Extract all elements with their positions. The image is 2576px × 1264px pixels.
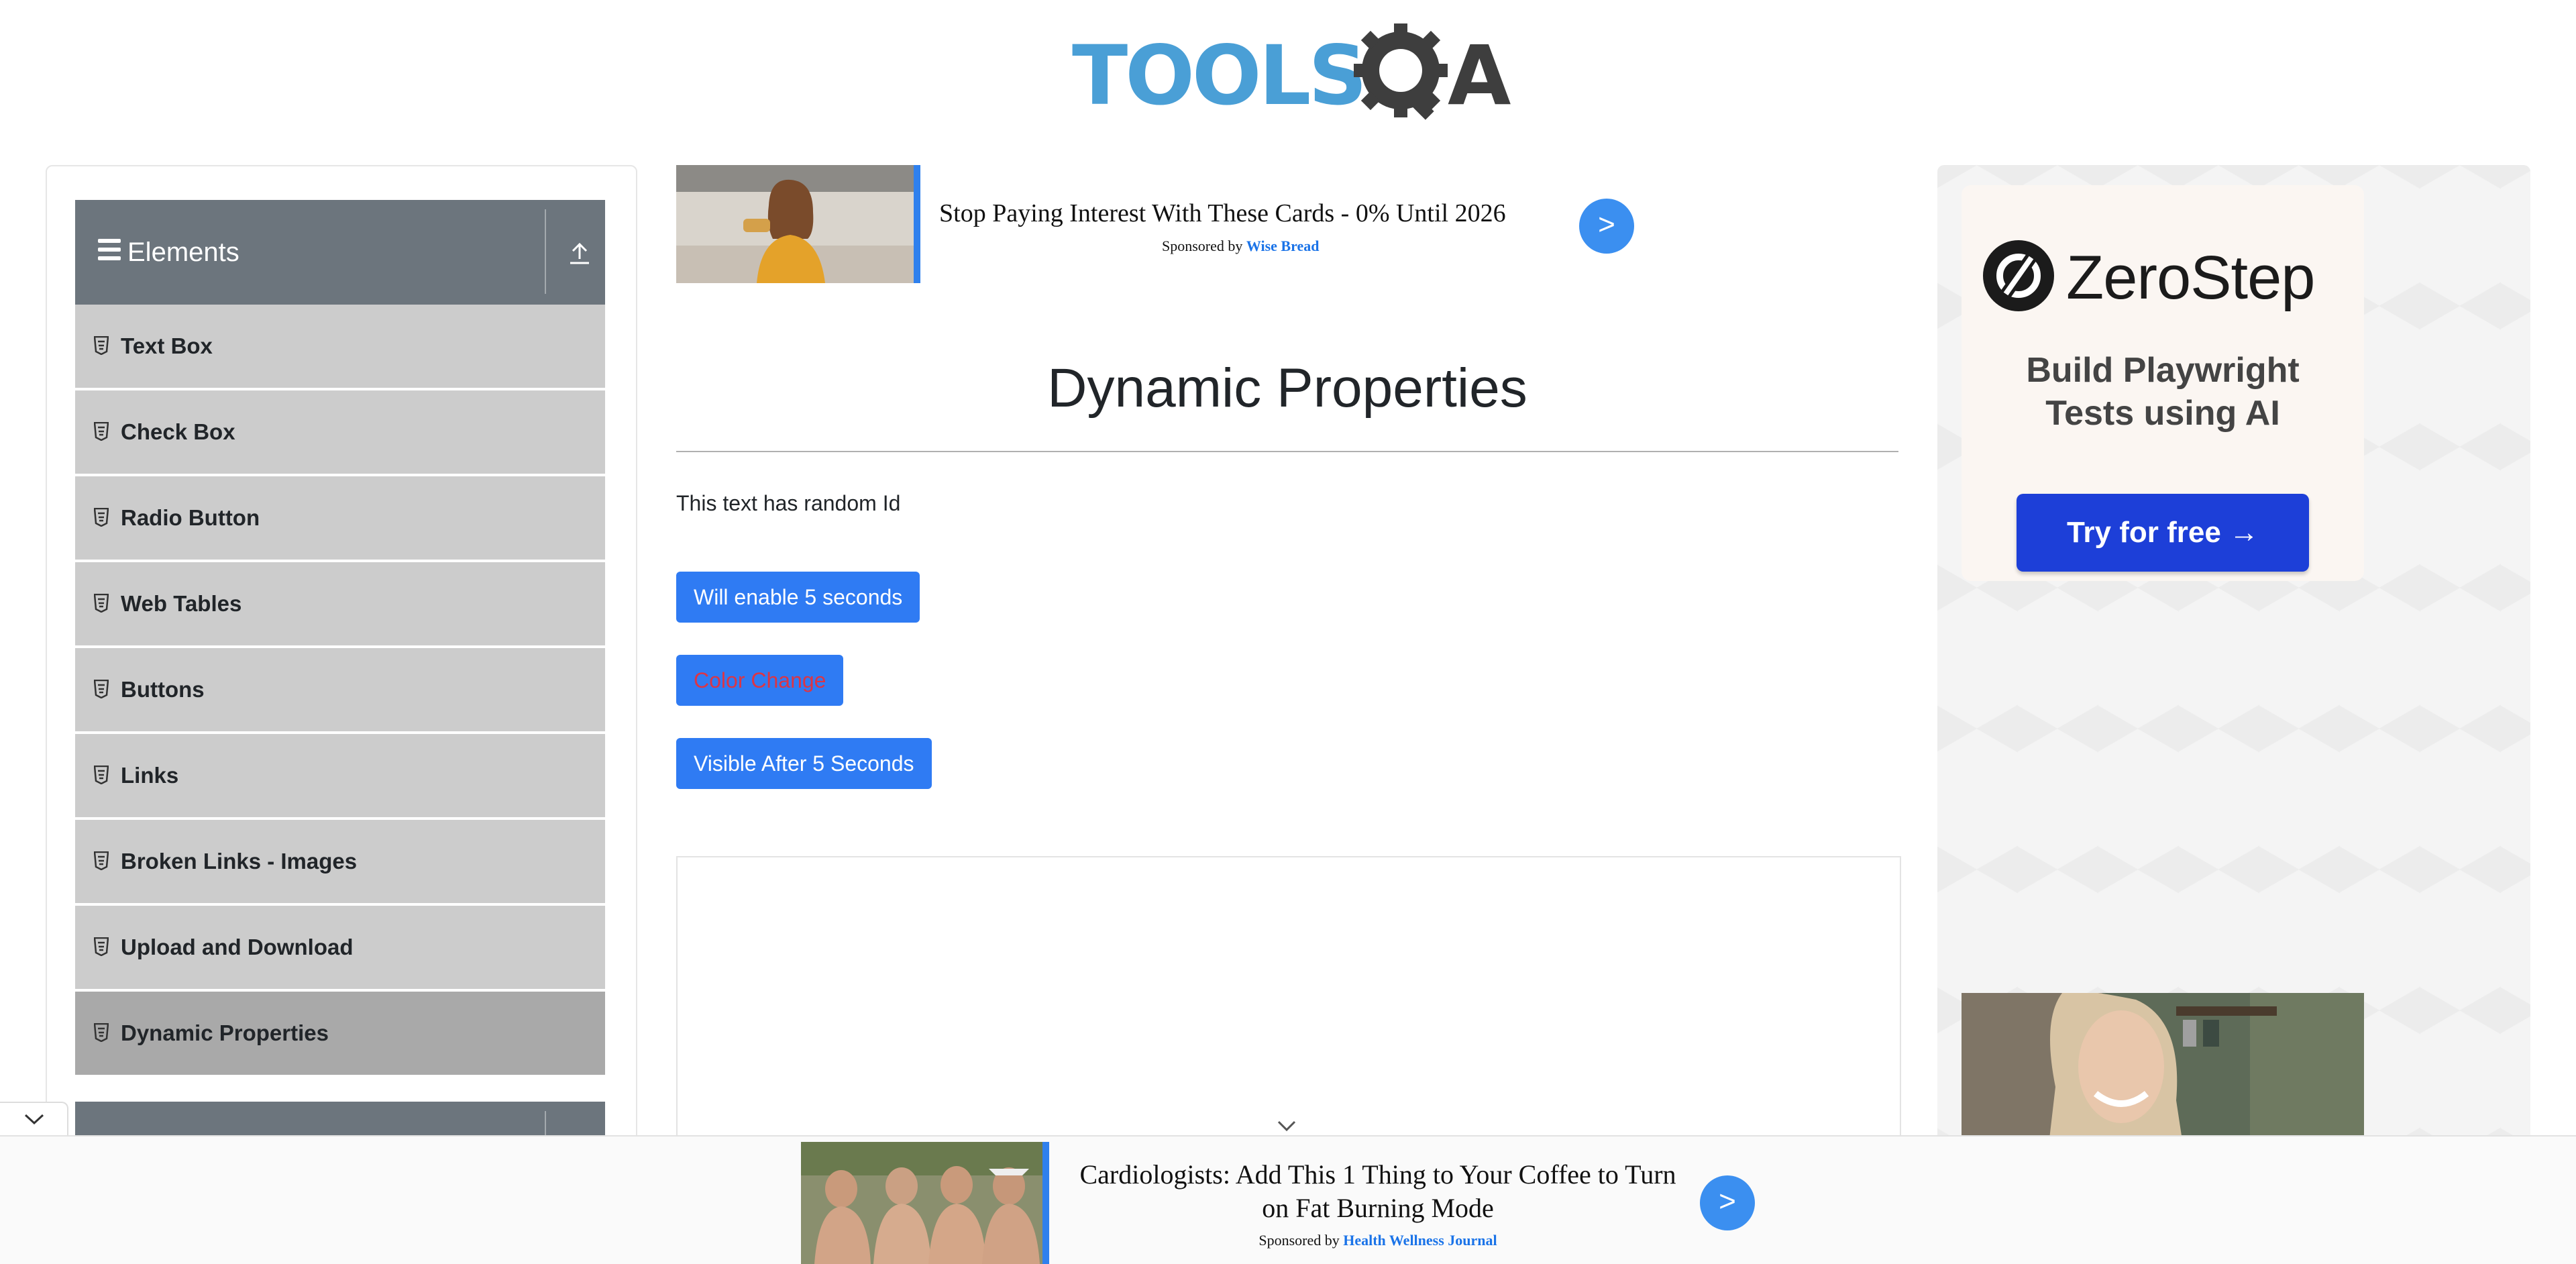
right-sponsored-ad[interactable]: ZeroStep Build Playwright Tests using AI…	[1937, 165, 2530, 1145]
enable-after-button[interactable]: Will enable 5 seconds	[676, 572, 920, 623]
html5-icon	[94, 508, 109, 527]
ad-next-button[interactable]: >	[1579, 199, 1634, 254]
woman-photo-image	[676, 165, 914, 283]
visible-after-button[interactable]: Visible After 5 Seconds	[676, 738, 932, 789]
sponsor-name-link[interactable]: Health Wellness Journal	[1343, 1232, 1497, 1249]
sidebar-item-label: Links	[121, 763, 179, 788]
zerostep-brand: ZeroStep	[2066, 244, 2315, 312]
chevron-down-icon	[24, 1114, 44, 1125]
smiling-woman-photo	[1962, 993, 2364, 1145]
sidebar-item-label: Dynamic Properties	[121, 1020, 329, 1045]
title-divider	[676, 451, 1898, 452]
sidebar-item-label: Broken Links - Images	[121, 849, 358, 874]
zerostep-logo-icon	[1983, 240, 2054, 311]
sidebar-collapse-toggle[interactable]	[0, 1102, 68, 1139]
sidebar-item-broken-links-images[interactable]: Broken Links - Images	[75, 820, 605, 906]
html5-icon	[94, 1023, 109, 1042]
chevron-down-icon[interactable]	[1276, 1119, 1297, 1134]
sidebar-item-dynamic-properties[interactable]: Dynamic Properties	[75, 992, 605, 1077]
sidebar-item-label: Upload and Download	[121, 935, 354, 959]
ad-next-button[interactable]: >	[1700, 1175, 1755, 1230]
group-title: Elements	[127, 238, 239, 267]
sidebar-item-label: Web Tables	[121, 591, 242, 616]
sponsor-prefix: Sponsored by	[1258, 1232, 1340, 1249]
random-id-text: This text has random Id	[676, 491, 901, 515]
logo-wordmark: TOOLS	[1072, 25, 1367, 126]
men-photo-image	[801, 1142, 1042, 1264]
zerostep-tagline: Build Playwright Tests using AI	[1962, 349, 2364, 435]
top-sponsored-ad[interactable]: Stop Paying Interest With These Cards - …	[676, 165, 1635, 283]
bottom-sponsored-ad[interactable]: Cardiologists: Add This 1 Thing to Your …	[801, 1142, 1774, 1264]
ad-sponsor: Sponsored by Health Wellness Journal	[1069, 1232, 1686, 1249]
sidebar-item-buttons[interactable]: Buttons	[75, 648, 605, 734]
sidebar-item-links[interactable]: Links	[75, 734, 605, 820]
smiling-woman-image	[1962, 993, 2364, 1145]
color-change-button[interactable]: Color Change	[676, 655, 844, 706]
sidebar-item-label: Radio Button	[121, 505, 260, 530]
logo-a-text: A	[1448, 28, 1511, 123]
header-divider	[545, 209, 546, 294]
logo-tools-text: TOOLS	[1072, 28, 1367, 123]
sidebar-item-web-tables[interactable]: Web Tables	[75, 562, 605, 648]
ad-photo	[676, 165, 920, 283]
toolsqa-logo[interactable]: TOOLS A	[1072, 19, 1511, 126]
magnifier-gear-icon	[1354, 23, 1448, 120]
sidebar-item-label: Buttons	[121, 677, 205, 702]
html5-icon	[94, 422, 109, 441]
sponsor-name-link[interactable]: Wise Bread	[1246, 238, 1320, 254]
sidebar-item-label: Check Box	[121, 419, 235, 444]
html5-icon	[94, 336, 109, 355]
page-title: Dynamic Properties	[1047, 358, 1527, 419]
sponsor-prefix: Sponsored by	[1162, 238, 1243, 254]
ad-headline[interactable]: Stop Paying Interest With These Cards - …	[939, 199, 1506, 228]
elements-group-header[interactable]: Elements	[75, 200, 605, 305]
bottom-sticky-ad-bar: Cardiologists: Add This 1 Thing to Your …	[0, 1135, 2576, 1264]
ad-headline[interactable]: Cardiologists: Add This 1 Thing to Your …	[1069, 1158, 1686, 1225]
sidebar-item-radio-button[interactable]: Radio Button	[75, 476, 605, 562]
tagline-line-1: Build Playwright	[2026, 351, 2300, 390]
zerostep-card[interactable]: ZeroStep Build Playwright Tests using AI…	[1962, 185, 2364, 581]
sidebar-item-upload-and-download[interactable]: Upload and Download	[75, 906, 605, 992]
html5-icon	[94, 766, 109, 784]
hamburger-icon	[98, 239, 121, 263]
ad-sponsor: Sponsored by Wise Bread	[1162, 238, 1319, 255]
tagline-line-2: Tests using AI	[2045, 394, 2280, 433]
sidebar-item-text-box[interactable]: Text Box	[75, 305, 605, 390]
sidebar-item-label: Text Box	[121, 333, 213, 358]
ad-placeholder-box	[676, 856, 1901, 1154]
html5-icon	[94, 851, 109, 870]
html5-icon	[94, 937, 109, 956]
collapse-up-icon[interactable]	[567, 239, 592, 266]
try-for-free-button[interactable]: Try for free →	[2017, 494, 2309, 572]
html5-icon	[94, 680, 109, 698]
html5-icon	[94, 594, 109, 613]
left-sidebar: Elements Text Box Check Box Radio Button…	[46, 165, 637, 1147]
ad-photo	[801, 1142, 1049, 1264]
sidebar-item-check-box[interactable]: Check Box	[75, 390, 605, 476]
elements-menu: Text Box Check Box Radio Button Web Tabl…	[75, 305, 605, 1077]
